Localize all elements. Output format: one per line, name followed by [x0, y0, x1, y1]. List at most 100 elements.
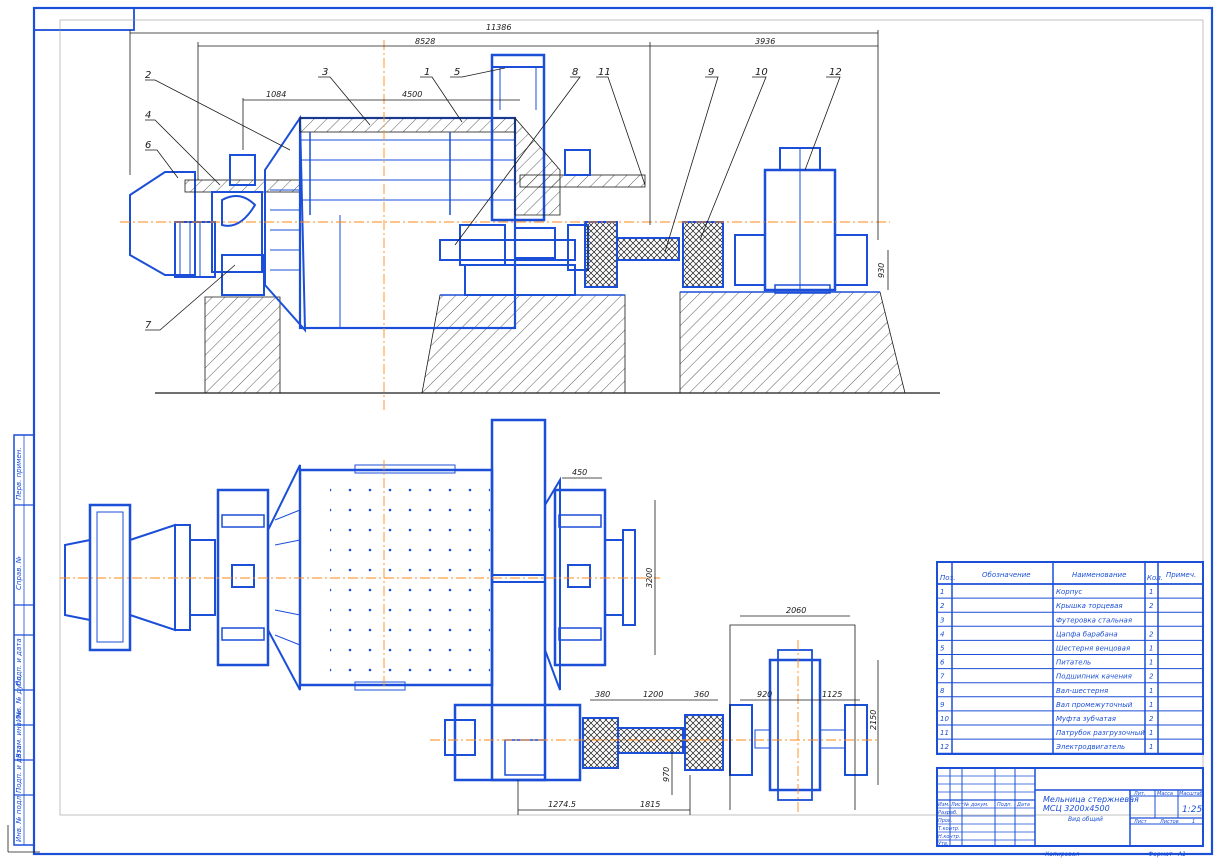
spec-row-qty: 2	[1149, 673, 1154, 681]
spec-row-qty: 2	[1149, 602, 1154, 610]
tb-ndok: № докум.	[963, 802, 989, 808]
spec-row-name: Муфта зубчатая	[1056, 715, 1116, 723]
pos-7: 7	[145, 320, 152, 331]
dim-450: 450	[572, 468, 587, 477]
format-label: Формат	[1148, 851, 1173, 858]
spec-row-qty: 1	[1149, 729, 1153, 737]
pos-11: 11	[598, 67, 611, 78]
spec-row-pos: 12	[940, 743, 949, 751]
spec-table: Поз. Обозначение Наименование Кол. Приме…	[936, 561, 1204, 755]
plan-view: 450 3200 380 1200 360 2060 920 1125 2150…	[60, 418, 880, 815]
spec-row-qty: 1	[1149, 659, 1153, 667]
tb-izm: Изм.	[938, 802, 950, 808]
spec-row-pos: 4	[940, 630, 944, 638]
title-block: Изм. Лист № докум. Подп. Дата Разраб. Пр…	[936, 767, 1204, 858]
tb-mass: Масса	[1157, 791, 1173, 797]
spec-row-pos: 9	[940, 701, 945, 709]
tb-scale-label: Масштаб	[1179, 791, 1203, 797]
dim-4500: 4500	[402, 90, 422, 99]
spec-row-pos: 11	[940, 729, 949, 737]
spec-row-qty: 1	[1149, 645, 1153, 653]
tb-sheets: Листов	[1159, 819, 1179, 825]
tb-list: Лист	[950, 802, 965, 808]
spec-row-name: Электродвигатель	[1055, 743, 1125, 751]
spec-row-qty: 1	[1149, 743, 1153, 751]
spec-row-qty: 2	[1149, 630, 1154, 638]
pos-12: 12	[829, 67, 842, 78]
spec-row-pos: 1	[940, 588, 944, 596]
spec-header-designation: Обозначение	[982, 571, 1031, 579]
pos-4: 4	[145, 110, 151, 121]
dim-top-left: 8528	[415, 37, 435, 46]
tb-data: Дата	[1016, 802, 1030, 808]
dim-1084: 1084	[266, 90, 286, 99]
spec-row-pos: 7	[940, 673, 945, 681]
drawing-canvas: Перв. примен. Справ. № Подп. и дата Инв.…	[7, 6, 1214, 858]
tb-sheet: Лист	[1133, 819, 1148, 825]
dim-vert-right: 3200	[645, 568, 654, 588]
spec-row-name: Патрубок разгрузочный	[1056, 729, 1145, 737]
spec-row-qty: 1	[1149, 588, 1153, 596]
spec-header-name: Наименование	[1072, 571, 1126, 579]
pos-3: 3	[322, 67, 328, 78]
tb-prov: Пров.	[938, 818, 953, 824]
dim-920: 920	[757, 690, 772, 699]
spec-row-name: Корпус	[1056, 588, 1082, 596]
spec-row-qty: 2	[1149, 715, 1154, 723]
tb-utv: Утв.	[938, 841, 949, 847]
pos-1: 1	[424, 67, 430, 78]
pos-8: 8	[572, 67, 578, 78]
spec-header-note: Примеч.	[1166, 571, 1196, 579]
spec-row-name: Крышка торцевая	[1056, 602, 1123, 610]
strip-label-1: Перв. примен.	[15, 447, 23, 500]
strip-label-2: Справ. №	[15, 556, 23, 590]
dim-2060: 2060	[786, 606, 806, 615]
tb-tkontr: Т.контр.	[938, 826, 960, 832]
dim-1200: 1200	[643, 690, 663, 699]
spec-row-pos: 6	[940, 659, 945, 667]
spec-row-qty: 1	[1149, 701, 1153, 709]
spec-header-qty: Кол.	[1147, 574, 1163, 582]
spec-row-pos: 8	[940, 687, 945, 695]
dim-930: 930	[877, 263, 886, 278]
format-value: A1	[1177, 851, 1186, 858]
pos-5: 5	[454, 67, 460, 78]
dim-1274: 1274.5	[548, 800, 576, 809]
pos-2: 2	[145, 70, 151, 81]
dim-top-total: 11386	[486, 23, 511, 32]
title-line-1: Мельница стержневая	[1043, 795, 1139, 804]
tb-lit: Лит.	[1133, 791, 1146, 797]
spec-row-pos: 5	[940, 645, 945, 653]
dim-top-right: 3936	[755, 37, 775, 46]
title-line-2: МСЦ 3200х4500	[1043, 804, 1110, 813]
spec-row-name: Цапфа барабана	[1056, 630, 1118, 638]
dim-1815: 1815	[640, 800, 660, 809]
strip-label-7: Инв. № подл.	[15, 794, 23, 842]
pos-10: 10	[755, 67, 768, 78]
spec-row-pos: 10	[940, 715, 949, 723]
dim-970: 970	[662, 767, 671, 782]
spec-row-pos: 2	[940, 602, 945, 610]
tb-sheets-count: 1	[1192, 819, 1195, 825]
spec-row-name: Шестерня венцовая	[1056, 645, 1130, 653]
spec-header-pos: Поз.	[940, 574, 956, 582]
dim-380: 380	[595, 690, 610, 699]
spec-row-qty: 1	[1149, 687, 1153, 695]
spec-row-name: Вал промежуточный	[1056, 701, 1133, 709]
scale-value: 1:25	[1182, 805, 1202, 815]
dim-1125: 1125	[822, 690, 842, 699]
strip-label-6: Подп. и дата	[15, 745, 23, 793]
pos-6: 6	[145, 140, 151, 151]
section-view: 11386 8528 3936 1084 4500 930 2 4 6 7 3 …	[120, 23, 940, 410]
dim-2150: 2150	[869, 710, 878, 730]
spec-row-pos: 3	[940, 616, 944, 624]
tb-nkontr: Н.контр.	[938, 834, 960, 840]
tb-razrab: Разраб.	[938, 810, 958, 816]
spec-row-name: Подшипник качения	[1056, 673, 1132, 681]
tb-podp: Подп.	[997, 802, 1012, 808]
spec-row-name: Вал-шестерня	[1056, 687, 1108, 695]
dim-360: 360	[694, 690, 709, 699]
title-line-3: Вид общий	[1068, 816, 1103, 823]
copied-label: Копировал	[1045, 851, 1079, 858]
spec-row-name: Питатель	[1056, 659, 1091, 667]
